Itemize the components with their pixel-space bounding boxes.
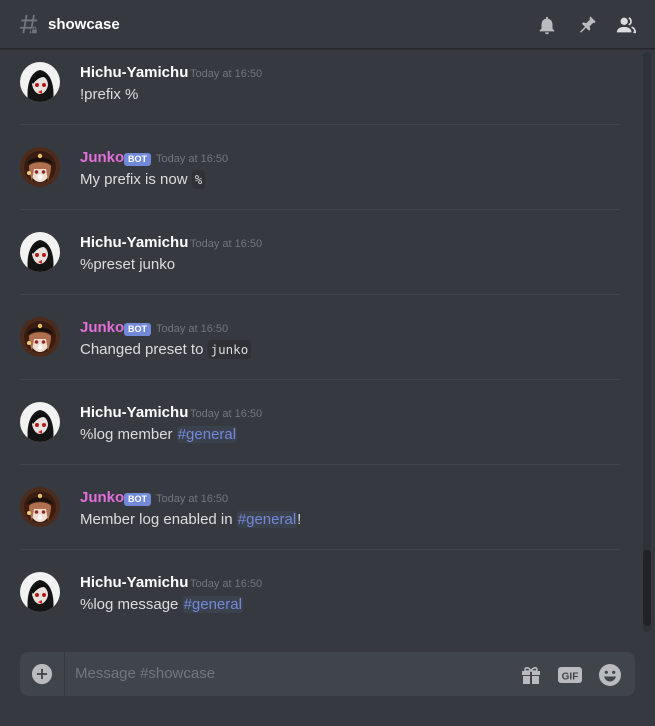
message-content: My prefix is now % — [80, 170, 206, 190]
message-timestamp[interactable]: Today at 16:50 — [190, 67, 262, 81]
avatar[interactable] — [20, 147, 60, 187]
channel-header: showcase — [0, 0, 655, 49]
author-name[interactable]: Hichu-Yamichu — [80, 403, 188, 423]
members-icon[interactable] — [615, 14, 637, 36]
message[interactable]: Hichu-Yamichu Today at 16:50 %log member #… — [0, 380, 640, 465]
gif-icon[interactable]: GIF — [558, 663, 582, 687]
message-text: ! — [297, 511, 302, 528]
message-content: Changed preset to junko — [80, 340, 252, 360]
channel-mention[interactable]: #general — [182, 596, 243, 613]
message-timestamp[interactable]: Today at 16:50 — [190, 237, 262, 251]
message-text: %log member — [80, 426, 177, 443]
message-timestamp[interactable]: Today at 16:50 — [156, 322, 228, 336]
message-text: Changed preset to — [80, 341, 208, 358]
inline-code: % — [191, 170, 206, 189]
message-content: !prefix % — [80, 85, 138, 105]
scrollbar-thumb[interactable] — [643, 550, 651, 626]
message-content: %log member #general — [80, 425, 238, 445]
message-timestamp[interactable]: Today at 16:50 — [190, 577, 262, 591]
avatar[interactable] — [20, 62, 60, 102]
avatar[interactable] — [20, 487, 60, 527]
bot-badge: BOT — [124, 153, 151, 166]
scrollbar-track[interactable] — [643, 52, 651, 632]
message[interactable]: Hichu-Yamichu Today at 16:50 !prefix % — [0, 50, 640, 125]
inline-code: junko — [207, 340, 252, 359]
message[interactable]: Junko BOT Today at 16:50 Changed preset to … — [0, 295, 640, 380]
message-list[interactable]: Hichu-Yamichu Today at 16:50 !prefix % Junk… — [0, 50, 642, 632]
message[interactable]: Junko BOT Today at 16:50 Member log enabled… — [0, 465, 640, 550]
message-text: My prefix is now — [80, 171, 192, 188]
hashtag-icon — [17, 14, 39, 36]
avatar[interactable] — [20, 232, 60, 272]
gif-label: GIF — [562, 672, 579, 683]
channel-mention[interactable]: #general — [236, 511, 298, 528]
message[interactable]: Hichu-Yamichu Today at 16:50 %preset junko — [0, 210, 640, 295]
avatar[interactable] — [20, 572, 60, 612]
avatar[interactable] — [20, 317, 60, 357]
message-text: Member log enabled in — [80, 511, 237, 528]
message-content: %log message #general — [80, 595, 243, 615]
channel-mention[interactable]: #general — [176, 426, 238, 443]
author-name[interactable]: Hichu-Yamichu — [80, 233, 188, 253]
avatar[interactable] — [20, 402, 60, 442]
message-timestamp[interactable]: Today at 16:50 — [190, 407, 262, 421]
author-name[interactable]: Junko — [80, 148, 124, 168]
message-text: %preset junko — [80, 256, 176, 273]
composer-divider — [64, 652, 65, 696]
bot-badge: BOT — [124, 493, 151, 506]
emoji-icon[interactable] — [598, 663, 622, 687]
message-text: !prefix % — [80, 86, 139, 103]
pin-icon[interactable] — [576, 14, 598, 36]
message-input[interactable]: Message #showcase — [75, 664, 215, 684]
message[interactable]: Junko BOT Today at 16:50 My prefix is now % — [0, 125, 640, 210]
message-composer: Message #showcase GIF — [20, 652, 635, 696]
author-name[interactable]: Hichu-Yamichu — [80, 63, 188, 83]
message-timestamp[interactable]: Today at 16:50 — [156, 492, 228, 506]
channel-title: showcase — [48, 16, 120, 33]
bot-badge: BOT — [124, 323, 151, 336]
author-name[interactable]: Hichu-Yamichu — [80, 573, 188, 593]
message-content: Member log enabled in #general! — [80, 510, 301, 530]
message-timestamp[interactable]: Today at 16:50 — [156, 152, 228, 166]
message-content: %preset junko — [80, 255, 175, 275]
message[interactable]: Hichu-Yamichu Today at 16:50 %log message … — [0, 550, 640, 632]
bell-icon[interactable] — [536, 14, 558, 36]
gift-icon[interactable] — [519, 663, 543, 687]
message-text: %log message — [80, 596, 183, 613]
author-name[interactable]: Junko — [80, 488, 124, 508]
author-name[interactable]: Junko — [80, 318, 124, 338]
plus-circle-icon[interactable] — [31, 663, 53, 685]
